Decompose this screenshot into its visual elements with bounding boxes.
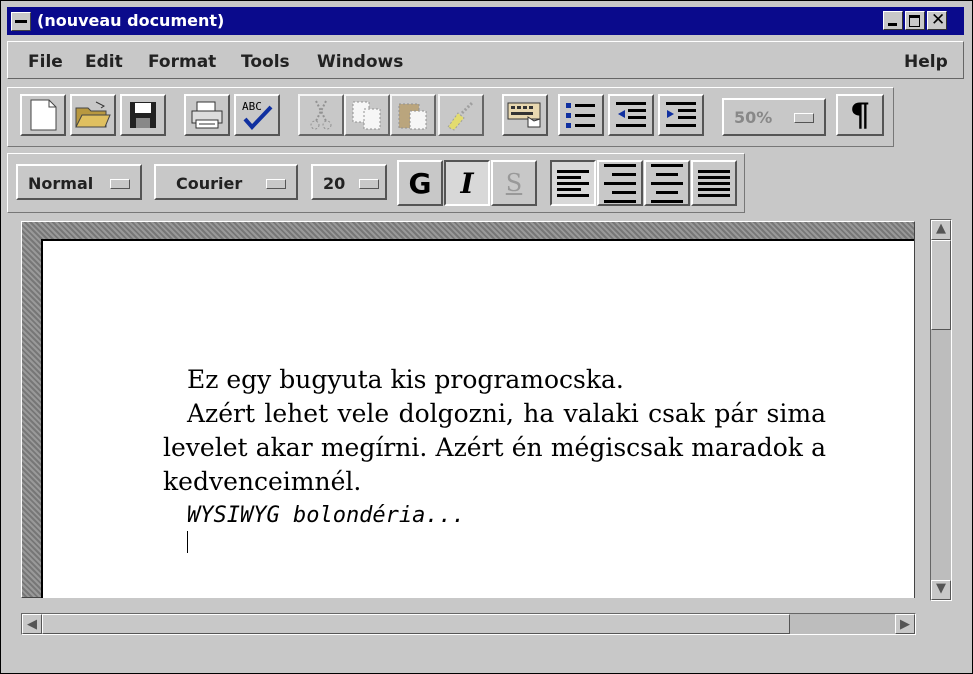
zoom-value: 50% xyxy=(734,108,773,127)
dropdown-knob-icon xyxy=(359,179,379,189)
dropdown-knob-icon xyxy=(110,179,130,189)
align-left-icon xyxy=(557,167,589,200)
font-select[interactable]: Courier xyxy=(154,164,298,200)
size-value: 20 xyxy=(323,174,346,193)
copy-icon[interactable] xyxy=(344,94,390,136)
menu-format[interactable]: Format xyxy=(148,52,216,72)
strikethrough-button[interactable]: S xyxy=(491,160,537,206)
menu-help[interactable]: Help xyxy=(904,52,948,72)
cut-scissors-icon[interactable] xyxy=(298,94,344,136)
scroll-down-icon[interactable]: ▼ xyxy=(931,580,951,600)
style-select[interactable]: Normal xyxy=(16,164,142,200)
text-cursor xyxy=(187,531,188,553)
close-icon[interactable]: ✕ xyxy=(927,10,947,30)
format-brush-icon[interactable] xyxy=(438,94,484,136)
align-center-icon xyxy=(651,161,683,206)
maximize-icon[interactable] xyxy=(905,11,925,30)
pilcrow-icon: ¶ xyxy=(849,96,871,134)
bold-label: G xyxy=(408,166,432,200)
justify-icon xyxy=(698,167,730,200)
zoom-select[interactable]: 50% xyxy=(722,98,826,136)
doc-paragraph-2: Azért lehet vele dolgozni, ha valaki csa… xyxy=(163,399,826,496)
svg-text:ABC: ABC xyxy=(242,100,262,113)
bullet-list-icon[interactable] xyxy=(558,94,604,136)
align-center-button[interactable] xyxy=(644,160,690,206)
save-disk-icon[interactable] xyxy=(120,94,166,136)
window-menu-icon[interactable] xyxy=(11,12,31,31)
format-toolbar: Normal Courier 20 G I S xyxy=(7,153,745,213)
menu-windows[interactable]: Windows xyxy=(317,52,403,72)
justify-button[interactable] xyxy=(691,160,737,206)
menu-edit[interactable]: Edit xyxy=(85,52,123,72)
menu-tools[interactable]: Tools xyxy=(241,52,290,72)
align-right-icon xyxy=(604,161,636,206)
dropdown-knob-icon xyxy=(794,113,814,123)
minimize-icon[interactable] xyxy=(883,11,903,30)
print-icon[interactable] xyxy=(184,94,230,136)
bold-button[interactable]: G xyxy=(397,160,443,206)
new-document-icon[interactable] xyxy=(20,94,66,136)
menu-bar: File Edit Format Tools Windows Help xyxy=(7,41,964,79)
vertical-scroll-thumb[interactable] xyxy=(931,240,951,330)
scroll-right-icon[interactable]: ▶ xyxy=(895,614,915,634)
vertical-scrollbar[interactable]: ▲ ▼ xyxy=(930,219,952,601)
outdent-icon[interactable] xyxy=(608,94,654,136)
align-right-button[interactable] xyxy=(597,160,643,206)
style-value: Normal xyxy=(28,174,94,193)
dropdown-knob-icon xyxy=(266,179,286,189)
paste-icon[interactable] xyxy=(390,94,436,136)
scroll-left-icon[interactable]: ◀ xyxy=(22,614,42,634)
spellcheck-icon[interactable]: ABC xyxy=(234,94,280,136)
horizontal-scrollbar[interactable]: ◀ ▶ xyxy=(21,613,916,635)
align-left-button[interactable] xyxy=(550,160,596,206)
doc-line-1: Ez egy bugyuta kis programocska. xyxy=(187,365,624,394)
horizontal-scroll-thumb[interactable] xyxy=(42,614,790,634)
application-window: (nouveau document) ✕ File Edit Format To… xyxy=(0,0,973,674)
menu-file[interactable]: File xyxy=(28,52,63,72)
font-value: Courier xyxy=(176,174,243,193)
strike-label: S xyxy=(505,169,523,197)
standard-toolbar: ABC 50% ¶ xyxy=(7,87,894,147)
italic-label: I xyxy=(460,166,474,200)
keyboard-icon[interactable] xyxy=(502,94,548,136)
pilcrow-button[interactable]: ¶ xyxy=(836,94,884,136)
size-select[interactable]: 20 xyxy=(311,164,387,200)
document-text[interactable]: Ez egy bugyuta kis programocska. Azért l… xyxy=(163,363,826,533)
open-folder-icon[interactable] xyxy=(70,94,116,136)
doc-line-3: WYSIWYG bolondéria... xyxy=(187,503,466,528)
indent-icon[interactable] xyxy=(658,94,704,136)
document-page[interactable]: Ez egy bugyuta kis programocska. Azért l… xyxy=(41,239,914,598)
window-title: (nouveau document) xyxy=(37,11,225,30)
italic-button[interactable]: I xyxy=(444,160,490,206)
title-bar[interactable]: (nouveau document) ✕ xyxy=(7,7,964,35)
scroll-up-icon[interactable]: ▲ xyxy=(931,220,951,240)
